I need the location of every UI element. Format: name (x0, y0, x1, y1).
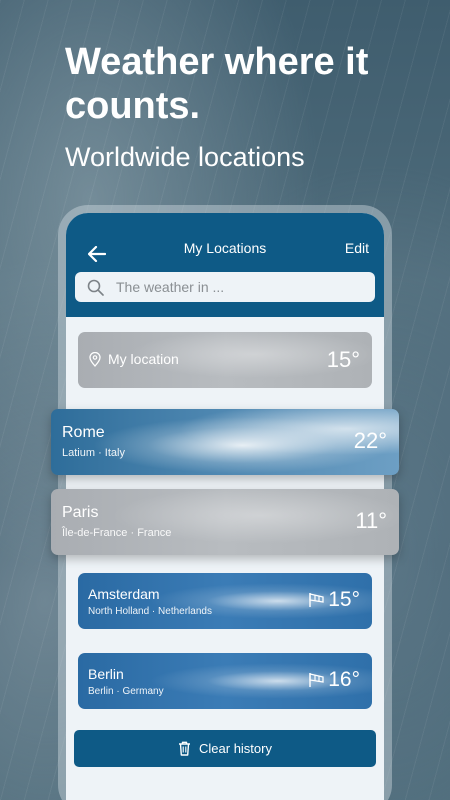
location-region: North Holland · Netherlands (88, 606, 212, 617)
search-bar[interactable] (75, 272, 375, 302)
clear-history-label: Clear history (199, 741, 272, 756)
windsock-icon (309, 593, 324, 607)
location-region: Île-de-France · France (62, 527, 172, 539)
clear-history-button[interactable]: Clear history (74, 730, 376, 767)
page-title: My Locations (183, 240, 267, 256)
location-card-rome[interactable]: Rome Latium · Italy 22° (51, 409, 399, 475)
phone-screen: My Locations Edit My location 15° Rome L… (51, 213, 399, 800)
location-region: Latium · Italy (62, 447, 125, 459)
location-temp: 16° (328, 668, 360, 691)
location-temp: 15° (328, 588, 360, 611)
phone-frame: My Locations Edit My location 15° Rome L… (51, 205, 399, 800)
location-temp: 11° (355, 508, 387, 533)
location-name: Berlin (88, 666, 124, 682)
search-input[interactable] (116, 279, 336, 295)
location-temp: 22° (353, 428, 387, 453)
location-name: Rome (62, 424, 105, 441)
location-card-paris[interactable]: Paris Île-de-France · France 11° (51, 489, 399, 555)
location-temp: 15° (326, 347, 360, 372)
location-name: My location (108, 351, 179, 367)
location-region: Berlin · Germany (88, 686, 164, 697)
top-app-bar: My Locations Edit (66, 213, 384, 317)
promo-subline: Worldwide locations (65, 142, 305, 172)
location-name: Paris (62, 504, 99, 521)
promo-headline: Weather where it counts. (65, 41, 369, 127)
location-name: Amsterdam (88, 586, 160, 602)
location-card-berlin[interactable]: Berlin Berlin · Germany 16° (78, 653, 372, 709)
location-card-my-location[interactable]: My location 15° (78, 332, 372, 388)
location-card-amsterdam[interactable]: Amsterdam North Holland · Netherlands 15… (78, 573, 372, 629)
windsock-icon (309, 673, 324, 687)
location-pin-icon (89, 352, 101, 367)
edit-button[interactable]: Edit (345, 240, 369, 256)
search-icon (87, 279, 104, 296)
trash-icon (179, 741, 191, 756)
